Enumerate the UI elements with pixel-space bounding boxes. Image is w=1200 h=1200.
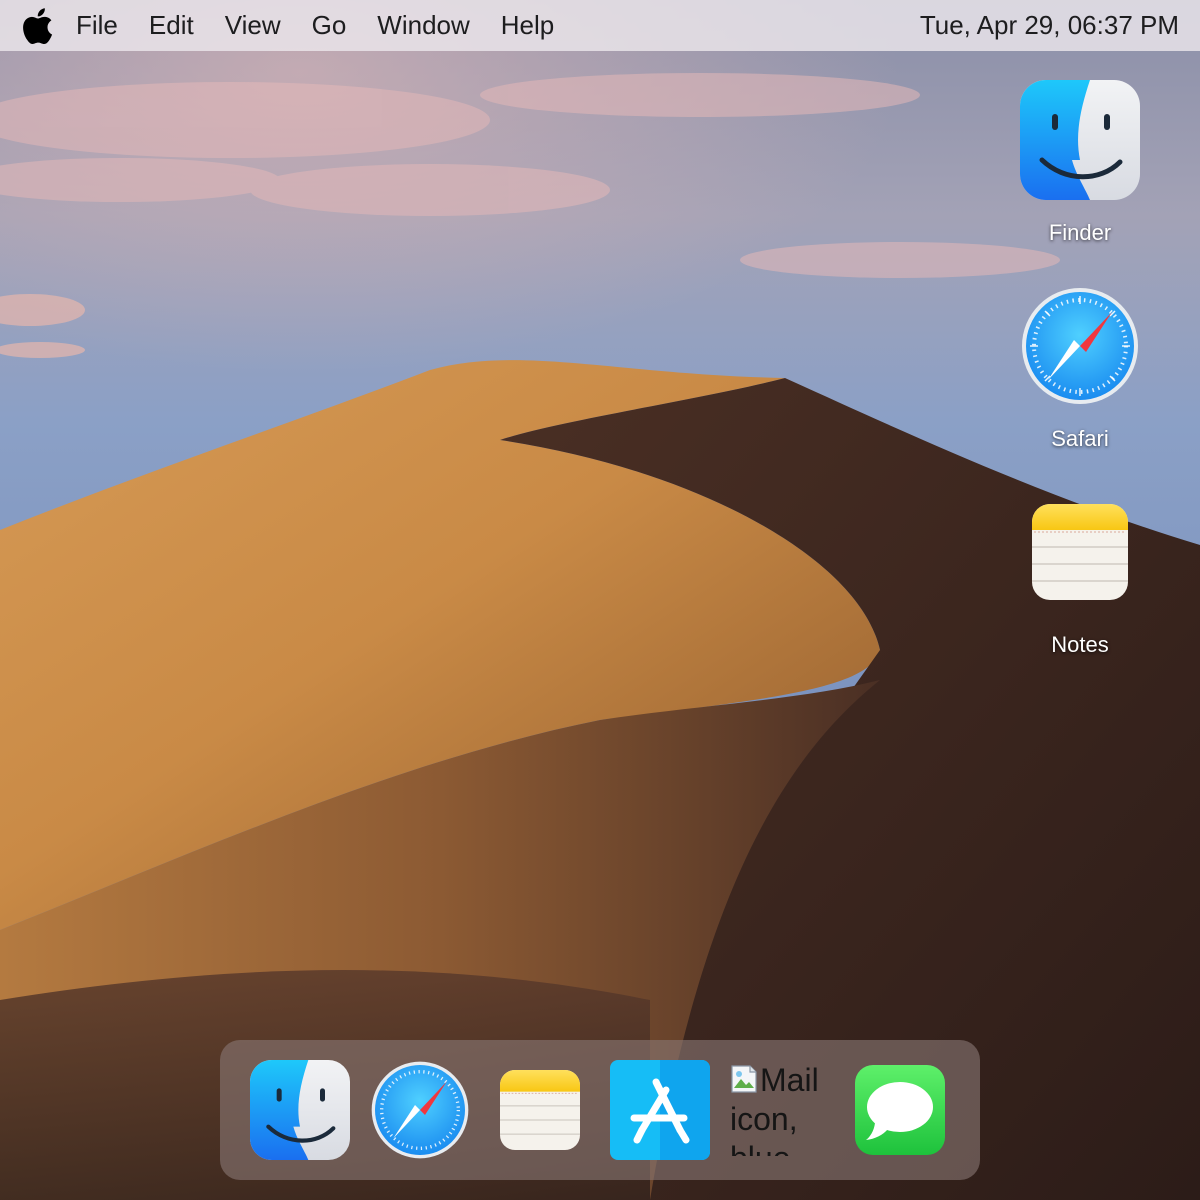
- desktop-icon-notes[interactable]: Notes: [1010, 492, 1150, 658]
- dock-app-store-icon[interactable]: [610, 1060, 710, 1160]
- dock-safari-icon[interactable]: [370, 1060, 470, 1160]
- menu-go[interactable]: Go: [312, 10, 347, 41]
- menu-window[interactable]: Window: [377, 10, 469, 41]
- apple-logo-icon[interactable]: [22, 6, 58, 46]
- desktop-icon-label: Safari: [1051, 426, 1109, 451]
- menu-bar: File Edit View Go Window Help Tue, Apr 2…: [0, 0, 1200, 51]
- menu-view[interactable]: View: [225, 10, 281, 41]
- menu-help[interactable]: Help: [501, 10, 554, 41]
- notes-icon: [1032, 504, 1128, 600]
- desktop-icon-finder[interactable]: Finder: [1010, 80, 1150, 246]
- broken-image-icon: [731, 1065, 757, 1093]
- desktop-icon-label: Notes: [1051, 632, 1109, 657]
- dock-notes-icon[interactable]: [490, 1060, 590, 1160]
- dock-mail-icon[interactable]: Mail icon, blue: [730, 1061, 830, 1156]
- menubar-clock[interactable]: Tue, Apr 29, 06:37 PM: [920, 10, 1179, 41]
- safari-icon: [1022, 288, 1138, 404]
- finder-icon: [1020, 80, 1140, 200]
- menu-edit[interactable]: Edit: [149, 10, 194, 41]
- menu-file[interactable]: File: [76, 10, 118, 41]
- desktop-icon-label: Finder: [1048, 220, 1112, 245]
- dock-messages-icon[interactable]: [855, 1065, 945, 1155]
- dock-finder-icon[interactable]: [250, 1060, 350, 1160]
- desktop-icon-safari[interactable]: Safari: [1010, 286, 1150, 452]
